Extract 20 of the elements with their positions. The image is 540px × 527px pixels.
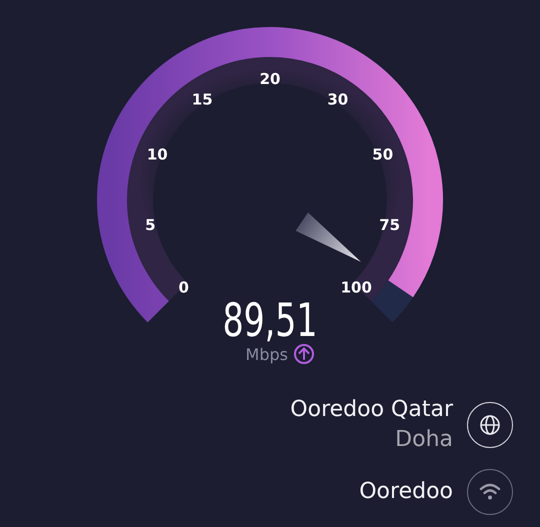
gauge-tick-label: 15 bbox=[192, 90, 213, 109]
gauge-tick-label: 10 bbox=[146, 145, 168, 164]
network-button[interactable] bbox=[467, 469, 513, 515]
speed-unit: Mbps bbox=[246, 345, 288, 364]
gauge-tick-label: 50 bbox=[372, 145, 394, 164]
upload-icon bbox=[294, 344, 314, 364]
gauge-tick-label: 0 bbox=[178, 278, 189, 296]
gauge-tick-label: 100 bbox=[340, 278, 372, 296]
server-location: Doha bbox=[395, 426, 453, 454]
wifi-icon bbox=[479, 483, 501, 501]
globe-icon bbox=[479, 414, 501, 436]
server-button[interactable] bbox=[467, 402, 513, 448]
gauge-tick-label: 5 bbox=[145, 216, 156, 234]
network-name: Ooredoo bbox=[359, 478, 453, 506]
gauge-needle bbox=[296, 212, 361, 262]
gauge-tick-label: 75 bbox=[379, 216, 400, 234]
speed-value: 89,51 bbox=[222, 294, 318, 348]
server-provider: Ooredoo Qatar bbox=[290, 396, 453, 424]
gauge-tick-label: 20 bbox=[260, 70, 280, 88]
gauge-tick-label: 30 bbox=[327, 90, 348, 109]
